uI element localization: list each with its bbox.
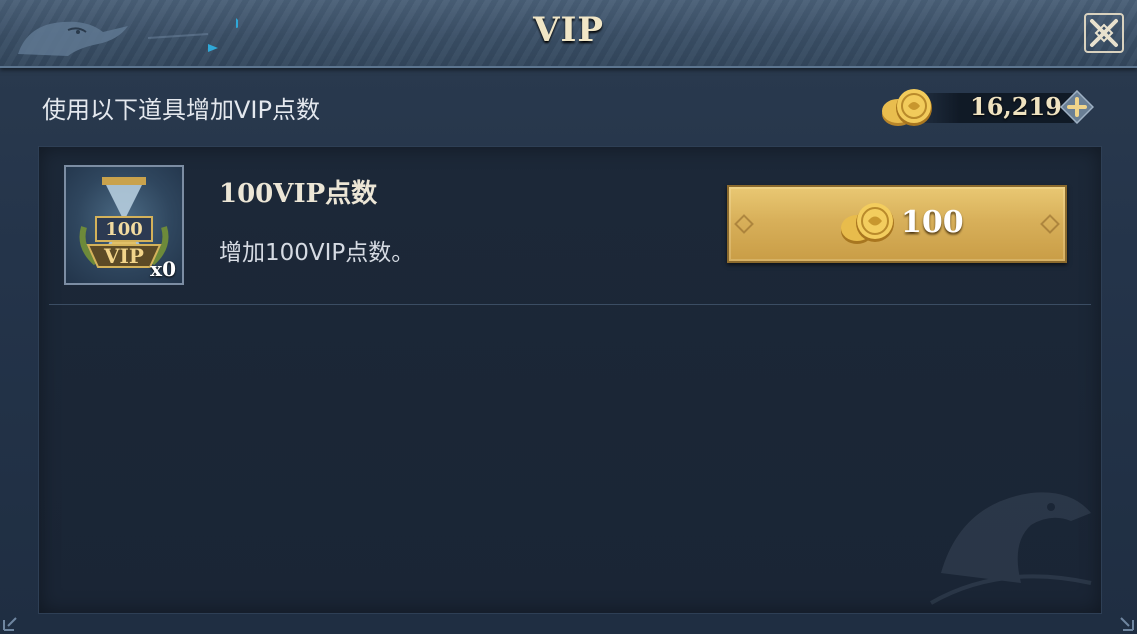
currency-value: 16,219 — [970, 92, 1062, 121]
instruction-label: 使用以下道具增加VIP点数 — [42, 96, 320, 124]
button-ornament — [734, 214, 754, 234]
raven-watermark-icon — [930, 492, 1092, 605]
price-label: 100 — [901, 205, 964, 240]
svg-text:100: 100 — [105, 219, 143, 240]
vip-window: VIP 使用以下道具增加VIP点数 16,219 100 VIP x0 100V… — [0, 0, 1137, 634]
window-title: VIP — [533, 10, 604, 50]
gold-coin-icon — [841, 203, 894, 244]
plus-icon — [1059, 89, 1095, 125]
item-title: 100VIP点数 — [219, 179, 378, 209]
close-button[interactable] — [1083, 12, 1125, 54]
corner-ornament-icon — [1120, 617, 1134, 631]
item-list-panel: 100 VIP x0 100VIP点数 增加100VIP点数。 100 — [38, 146, 1102, 614]
item-description: 增加100VIP点数。 — [219, 240, 415, 266]
add-currency-button[interactable] — [1059, 89, 1095, 125]
title-bar: VIP — [0, 0, 1137, 68]
button-ornament — [1040, 214, 1060, 234]
row-divider — [49, 304, 1091, 305]
gold-coin-icon — [882, 89, 932, 126]
buy-button[interactable]: 100 — [727, 185, 1067, 263]
item-count: x0 — [150, 257, 176, 281]
svg-text:VIP: VIP — [103, 244, 144, 268]
corner-ornament-icon — [3, 617, 17, 631]
vip-item-icon[interactable]: 100 VIP x0 — [64, 165, 184, 285]
currency-display: 16,219 — [880, 86, 1100, 130]
close-x-icon — [1084, 13, 1124, 53]
